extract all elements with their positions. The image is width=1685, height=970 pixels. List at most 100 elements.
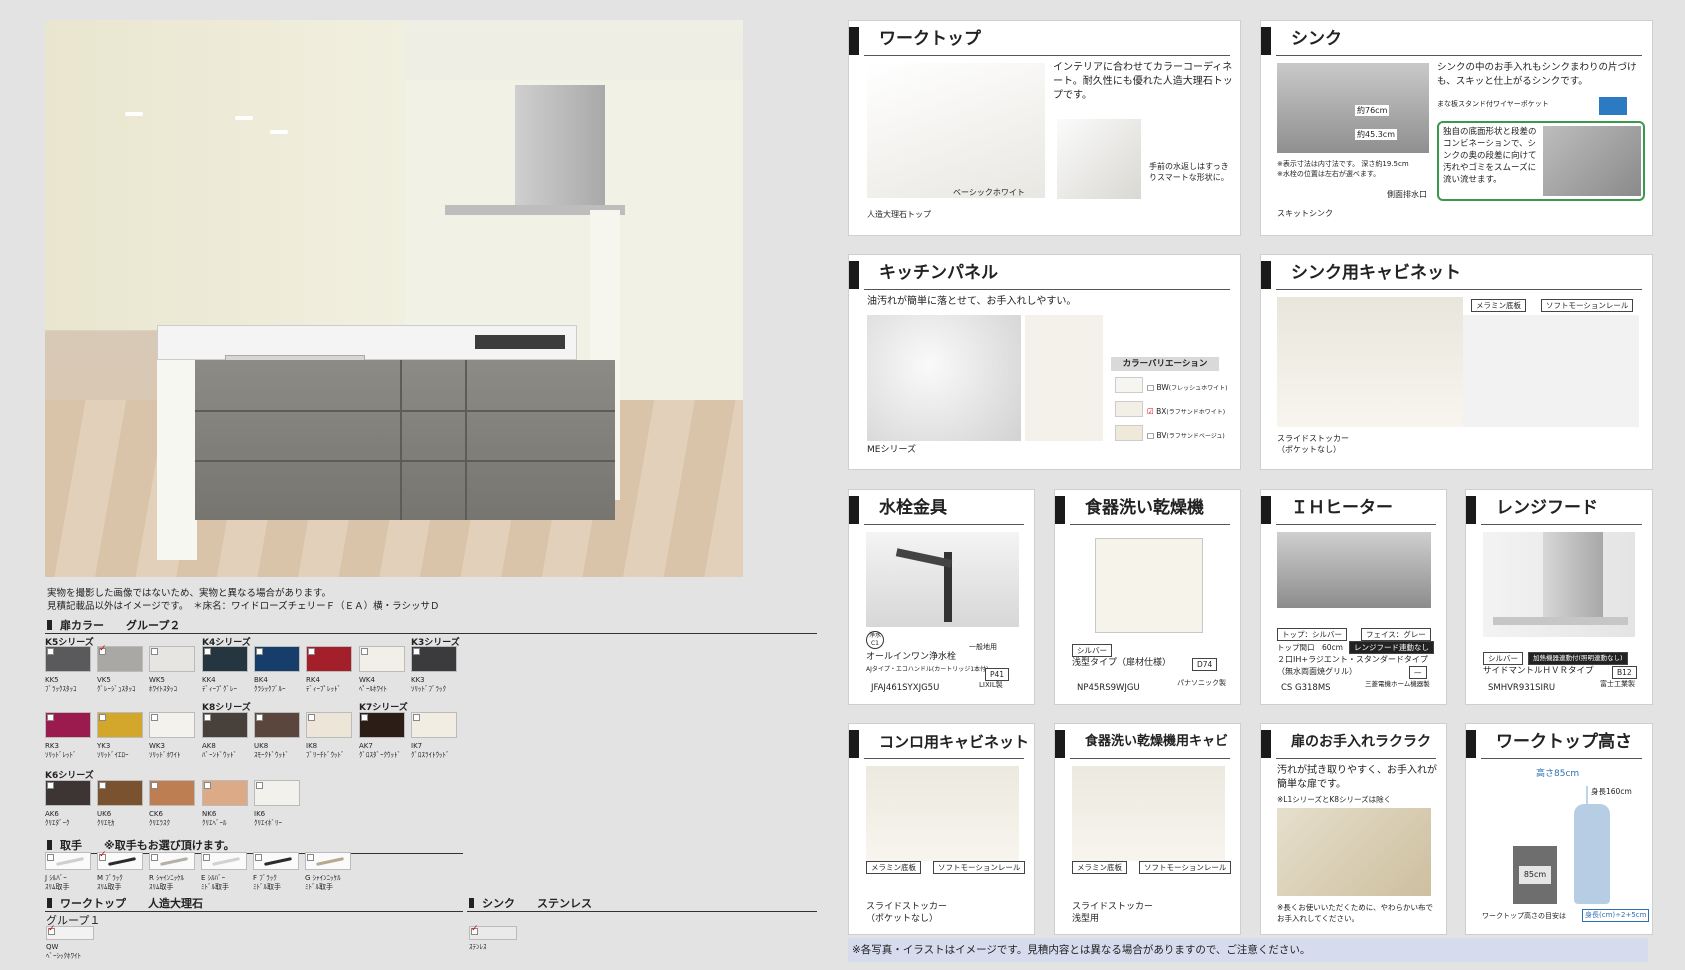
swatch-checkbox[interactable] [47,648,54,655]
panel-color-bw[interactable] [1115,377,1143,393]
swatch-checkbox[interactable] [47,782,54,789]
worktop-color-label: ベーシックホワイト [953,188,1025,197]
swatch-checkbox[interactable] [47,714,54,721]
hood-model: SMHVR931SIRU [1488,683,1556,693]
door-color-swatch[interactable] [359,712,405,738]
sink-dim1: 約76cm [1355,105,1390,116]
door-care-desc: 汚れが拭き取りやすく、お手入れが簡単な扉です。 [1277,765,1437,790]
hood-name: サイドマントルＨＶＲタイプ [1483,666,1594,676]
door-color-label: KK4 ﾃﾞｨｰﾌﾟｸﾞﾚｰ [202,676,237,693]
door-color-swatch[interactable] [45,646,91,672]
door-color-swatch[interactable] [411,646,457,672]
swatch-checkbox[interactable] [256,648,263,655]
door-care-foot: ※長くお使いいただくために、やわらかい布でお手入れしてください。 [1277,903,1434,923]
swatch-checkbox[interactable] [308,648,315,655]
sink-selection-heading: シンク ステンレス [467,895,817,912]
sink-swatch-label: ｽﾃﾝﾚｽ [469,943,487,951]
kitchen-hero-image [45,20,743,577]
door-color-swatch[interactable] [45,780,91,806]
swatch-checkbox[interactable] [151,782,158,789]
door-color-swatch[interactable] [45,712,91,738]
door-color-label: IK6 ｸﾘｴｲﾎﾞﾘｰ [254,810,282,827]
door-color-swatch[interactable] [149,646,195,672]
handle-checkbox[interactable] [255,854,262,861]
worktop-swatch[interactable] [46,924,94,940]
door-color-swatch[interactable] [97,780,143,806]
handle-option[interactable] [253,852,299,870]
door-color-swatch[interactable] [411,712,457,738]
door-color-swatch[interactable] [97,644,143,672]
handle-label: F ﾌﾞﾗｯｸ ﾐﾄﾞﾙ取手 [253,874,281,891]
panel-opt1-code: BW [1156,383,1169,392]
door-color-swatch[interactable] [202,780,248,806]
door-color-label: UK6 ｸﾘｴﾓｶ [97,810,115,827]
card-title: 食器洗い乾燥機 [1055,492,1240,524]
door-color-swatch[interactable] [254,780,300,806]
sink-swatch[interactable] [469,924,517,940]
card-title: 食器洗い乾燥機用キャビネット [1055,726,1240,781]
handle-option[interactable] [201,852,247,870]
worktop-card: ワークトップ インテリアに合わせてカラーコーディネート。耐久性にも優れた人造大理… [848,20,1241,236]
swatch-checkbox[interactable] [256,714,263,721]
sink-feature-box: 独自の底面形状と段差のコンビネーションで、シンクの奥の段差に向けて汚れやゴミをス… [1437,121,1645,201]
door-color-label: AK8 ﾊﾞｰﾝﾄﾞｳｯﾄﾞ [202,742,237,759]
panel-color-bv[interactable] [1115,425,1143,441]
panel-color-bx[interactable] [1115,401,1143,417]
swatch-checkbox[interactable] [308,714,315,721]
handle-label: G ｼｬｲﾝﾆｯｹﾙ ﾐﾄﾞﾙ取手 [305,874,341,891]
handle-checkbox[interactable] [203,854,210,861]
worktop-edge-desc: 手前の水返しはすっきりスマートな形状に。 [1149,162,1229,182]
door-color-swatch[interactable] [202,646,248,672]
handle-option[interactable] [149,852,195,870]
swatch-checkbox[interactable] [99,782,106,789]
swatch-checkbox[interactable] [413,714,420,721]
sink-photo: 約76cm 約45.3cm [1277,63,1429,153]
door-color-label: RK3 ｿﾘｯﾄﾞﾚｯﾄﾞ [45,742,77,759]
door-color-swatch[interactable] [359,646,405,672]
dish-color: シルバー [1072,644,1112,657]
door-color-swatch[interactable] [306,712,352,738]
sink-cabinet-card: シンク用キャビネット メラミン底板 ソフトモーションレール スライドストッカー … [1260,254,1653,470]
worktop-photo [867,63,1045,198]
door-color-swatch[interactable] [306,646,352,672]
door-color-swatch[interactable] [149,712,195,738]
swatch-checkbox[interactable] [99,644,107,655]
handle-option[interactable] [97,850,143,870]
faucet-photo [866,532,1019,627]
handle-checkbox[interactable] [47,854,54,861]
handle-option[interactable] [305,852,351,870]
door-color-swatch[interactable] [149,780,195,806]
swatch-checkbox[interactable] [256,782,263,789]
handle-option[interactable] [45,852,91,870]
ih-link: レンジフード連動なし [1349,641,1434,654]
sink-drain: 側面排水口 [1387,190,1427,199]
handle-checkbox[interactable] [99,850,107,861]
handle-checkbox[interactable] [151,854,158,861]
swatch-checkbox[interactable] [151,714,158,721]
swatch-checkbox[interactable] [361,648,368,655]
panel-opt3-name: (ラフサンドベージュ) [1166,433,1225,440]
swatch-checkbox[interactable] [361,714,368,721]
worktop-swatch-label: QW ﾍﾞｰｼｯｸﾎﾜｲﾄ [46,943,81,960]
ih-model: CS G318MS [1281,683,1331,693]
swatch-checkbox[interactable] [99,714,106,721]
door-color-swatch[interactable] [254,712,300,738]
door-color-swatch[interactable] [254,646,300,672]
panel-desc: 油汚れが簡単に落とせて、お手入れしやすい。 [867,296,1077,307]
sink-product: スキットシンク [1277,209,1333,218]
dishwasher-cabinet-card: 食器洗い乾燥機用キャビネット メラミン底板 ソフトモーションレール スライドスト… [1054,723,1241,935]
door-color-swatch[interactable] [202,712,248,738]
door-color-label: KK5 ﾌﾞﾗｯｸｽﾀｯｺ [45,676,77,693]
swatch-checkbox[interactable] [204,782,211,789]
swatch-checkbox[interactable] [151,648,158,655]
cabinet-illustration [195,360,615,520]
swatch-checkbox[interactable] [204,714,211,721]
swatch-checkbox[interactable] [204,648,211,655]
ih-heater-photo [1277,532,1431,608]
worktop-product: 人造大理石トップ [867,210,931,219]
door-color-swatch[interactable] [97,712,143,738]
handle-checkbox[interactable] [307,854,314,861]
stove-cabinet-name: スライドストッカー [866,902,948,912]
swatch-checkbox[interactable] [413,648,420,655]
door-color-label: NK6 ｸﾘｴﾍﾞｰﾙ [202,810,227,827]
